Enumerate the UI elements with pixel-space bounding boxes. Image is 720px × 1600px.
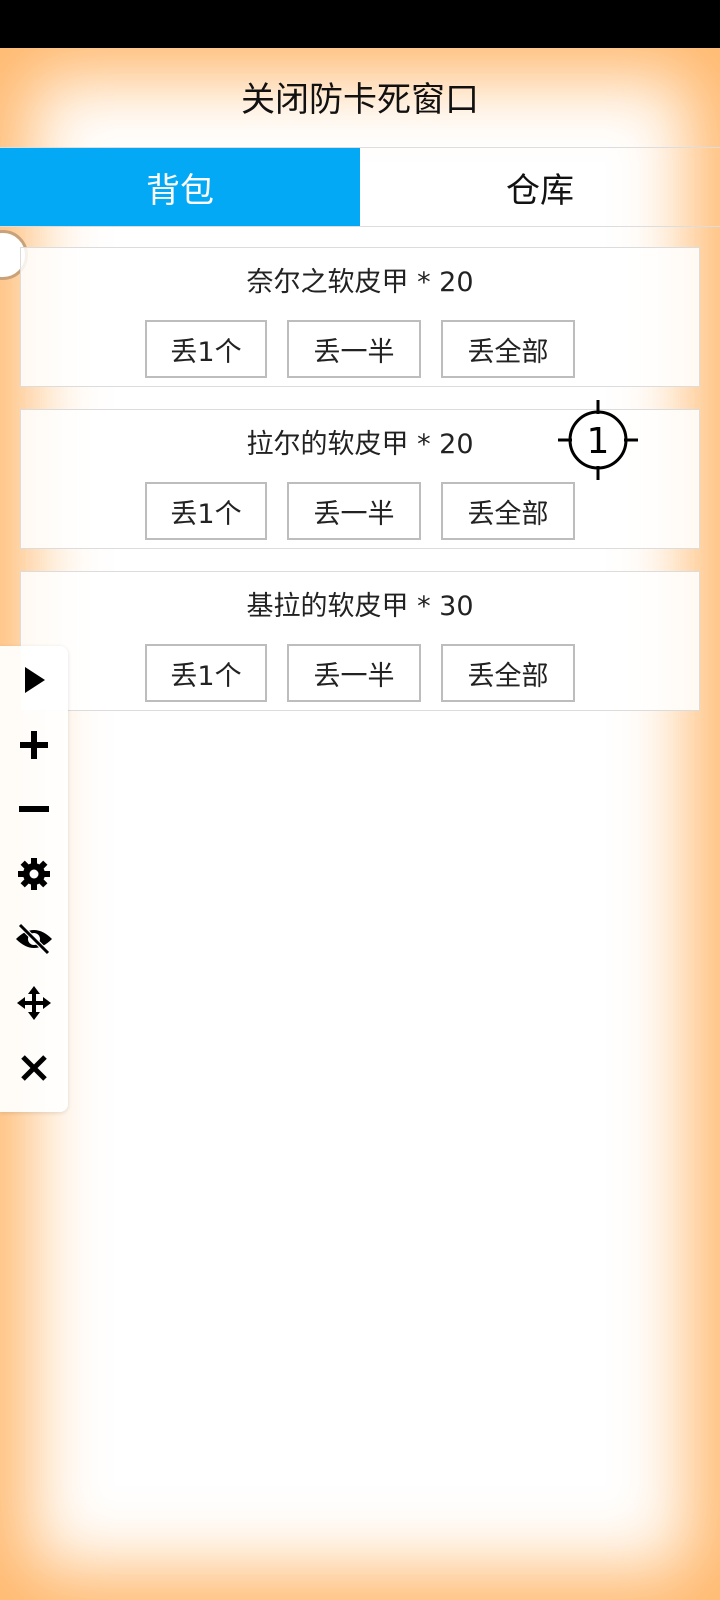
- drop-all-button[interactable]: 丢全部: [441, 644, 575, 702]
- status-bar: [0, 0, 720, 48]
- drop-half-button[interactable]: 丢一半: [287, 644, 421, 702]
- gear-icon[interactable]: [12, 852, 56, 896]
- drop-half-button[interactable]: 丢一半: [287, 482, 421, 540]
- floating-toolbar: [0, 646, 68, 1112]
- item-list: 奈尔之软皮甲 * 20 丢1个 丢一半 丢全部 拉尔的软皮甲 * 20 丢1个 …: [20, 247, 700, 733]
- drop-one-button[interactable]: 丢1个: [145, 644, 267, 702]
- crosshair-label: 1: [587, 421, 610, 462]
- play-icon[interactable]: [12, 658, 56, 702]
- close-icon[interactable]: [12, 1046, 56, 1090]
- list-item: 奈尔之软皮甲 * 20 丢1个 丢一半 丢全部: [20, 247, 700, 387]
- crosshair-target-icon[interactable]: 1: [556, 398, 640, 482]
- drop-one-button[interactable]: 丢1个: [145, 320, 267, 378]
- drop-half-button[interactable]: 丢一半: [287, 320, 421, 378]
- minus-icon[interactable]: [12, 788, 56, 832]
- tab-backpack[interactable]: 背包: [0, 148, 360, 226]
- page-title[interactable]: 关闭防卡死窗口: [0, 48, 720, 144]
- list-item: 基拉的软皮甲 * 30 丢1个 丢一半 丢全部: [20, 571, 700, 711]
- tab-warehouse[interactable]: 仓库: [360, 148, 720, 226]
- move-icon[interactable]: [12, 981, 56, 1025]
- eye-off-icon[interactable]: [12, 917, 56, 961]
- tab-bar: 背包 仓库: [0, 147, 720, 227]
- item-name: 奈尔之软皮甲 * 20: [246, 267, 474, 298]
- drop-all-button[interactable]: 丢全部: [441, 320, 575, 378]
- item-name: 基拉的软皮甲 * 30: [246, 591, 474, 622]
- plus-icon[interactable]: [12, 723, 56, 767]
- drop-all-button[interactable]: 丢全部: [441, 482, 575, 540]
- drop-one-button[interactable]: 丢1个: [145, 482, 267, 540]
